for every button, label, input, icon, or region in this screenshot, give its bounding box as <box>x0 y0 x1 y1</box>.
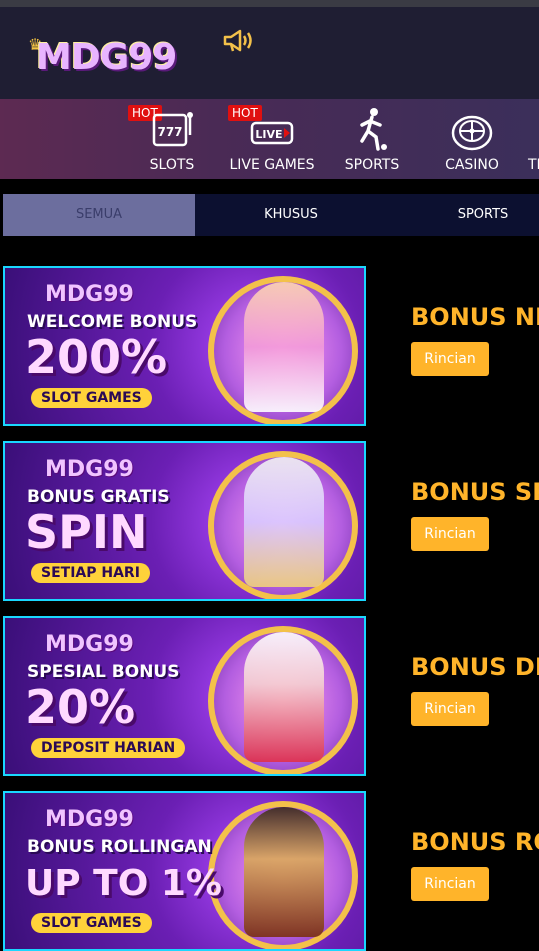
promo-card: MDG99 BONUS ROLLINGAN UP TO 1% SLOT GAME… <box>3 791 539 951</box>
nav-item-casino[interactable]: CASINO <box>422 99 522 179</box>
promo-filter-tabs: SEMUA KHUSUS SPORTS <box>3 194 539 236</box>
promo-card: MDG99 BONUS GRATIS SPIN SETIAP HARI BONU… <box>3 441 539 601</box>
nav-item-live-games[interactable]: HOT LIVE LIVE GAMES <box>222 99 322 179</box>
rincian-button[interactable]: Rincian <box>411 692 489 726</box>
banner-headline: WELCOME BONUS <box>27 312 198 332</box>
banner-pill: SLOT GAMES <box>31 388 152 408</box>
banner-headline: SPESIAL BONUS <box>27 662 180 682</box>
nav-item-ti[interactable]: TI <box>522 99 539 179</box>
promo-banner[interactable]: MDG99 WELCOME BONUS 200% SLOT GAMES <box>3 266 366 426</box>
nav-label: TI <box>528 157 539 173</box>
promo-title: BONUS NE <box>411 303 539 331</box>
svg-text:777: 777 <box>157 125 182 139</box>
top-strip <box>0 0 539 7</box>
nav-label: LIVE GAMES <box>229 157 315 173</box>
soccer-player-icon <box>360 108 387 151</box>
banner-brand: MDG99 <box>45 632 134 657</box>
rincian-button[interactable]: Rincian <box>411 517 489 551</box>
nav-label: SPORTS <box>344 157 400 173</box>
banner-pill: DEPOSIT HARIAN <box>31 738 186 758</box>
promo-title: BONUS RO <box>411 828 539 856</box>
banner-brand: MDG99 <box>45 457 134 482</box>
banner-headline: BONUS ROLLINGAN <box>27 837 212 857</box>
banner-headline: BONUS GRATIS <box>27 487 170 507</box>
megaphone-icon[interactable] <box>222 27 256 53</box>
game-category-nav: HOT 777 SLOTS HOT LIVE LIVE GAMES SPORTS <box>0 99 539 179</box>
nav-item-slots[interactable]: HOT 777 SLOTS <box>122 99 222 179</box>
banner-big-text: UP TO 1% <box>25 863 222 904</box>
promo-card: MDG99 WELCOME BONUS 200% SLOT GAMES BONU… <box>3 266 539 426</box>
banner-pill: SLOT GAMES <box>31 913 152 933</box>
slot-machine-icon: 777 <box>152 112 193 147</box>
promo-title: BONUS DE <box>411 653 539 681</box>
logo-text: MDG99 <box>36 37 177 78</box>
banner-character <box>244 632 324 762</box>
site-logo[interactable]: ♛ MDG99 <box>28 35 190 81</box>
banner-brand: MDG99 <box>45 807 134 832</box>
banner-pill: SETIAP HARI <box>31 563 150 583</box>
live-icon: LIVE <box>250 121 294 145</box>
banner-character <box>244 282 324 412</box>
tab-sports[interactable]: SPORTS <box>387 194 539 236</box>
banner-character <box>244 457 324 587</box>
roulette-icon <box>451 115 493 151</box>
banner-character <box>244 807 324 937</box>
banner-big-text: 20% <box>25 680 136 734</box>
promo-card: MDG99 SPESIAL BONUS 20% DEPOSIT HARIAN B… <box>3 616 539 776</box>
promo-banner[interactable]: MDG99 SPESIAL BONUS 20% DEPOSIT HARIAN <box>3 616 366 776</box>
tab-semua[interactable]: SEMUA <box>3 194 195 236</box>
tab-khusus[interactable]: KHUSUS <box>195 194 387 236</box>
promo-banner[interactable]: MDG99 BONUS GRATIS SPIN SETIAP HARI <box>3 441 366 601</box>
rincian-button[interactable]: Rincian <box>411 867 489 901</box>
site-header: ♛ MDG99 <box>0 7 539 99</box>
rincian-button[interactable]: Rincian <box>411 342 489 376</box>
promo-title: BONUS SP <box>411 478 539 506</box>
nav-label: CASINO <box>445 157 499 173</box>
nav-item-sports[interactable]: SPORTS <box>322 99 422 179</box>
banner-brand: MDG99 <box>45 282 134 307</box>
banner-big-text: 200% <box>25 330 168 384</box>
svg-text:LIVE: LIVE <box>255 128 282 141</box>
nav-label: SLOTS <box>149 157 195 173</box>
banner-big-text: SPIN <box>25 505 148 559</box>
promo-banner[interactable]: MDG99 BONUS ROLLINGAN UP TO 1% SLOT GAME… <box>3 791 366 951</box>
